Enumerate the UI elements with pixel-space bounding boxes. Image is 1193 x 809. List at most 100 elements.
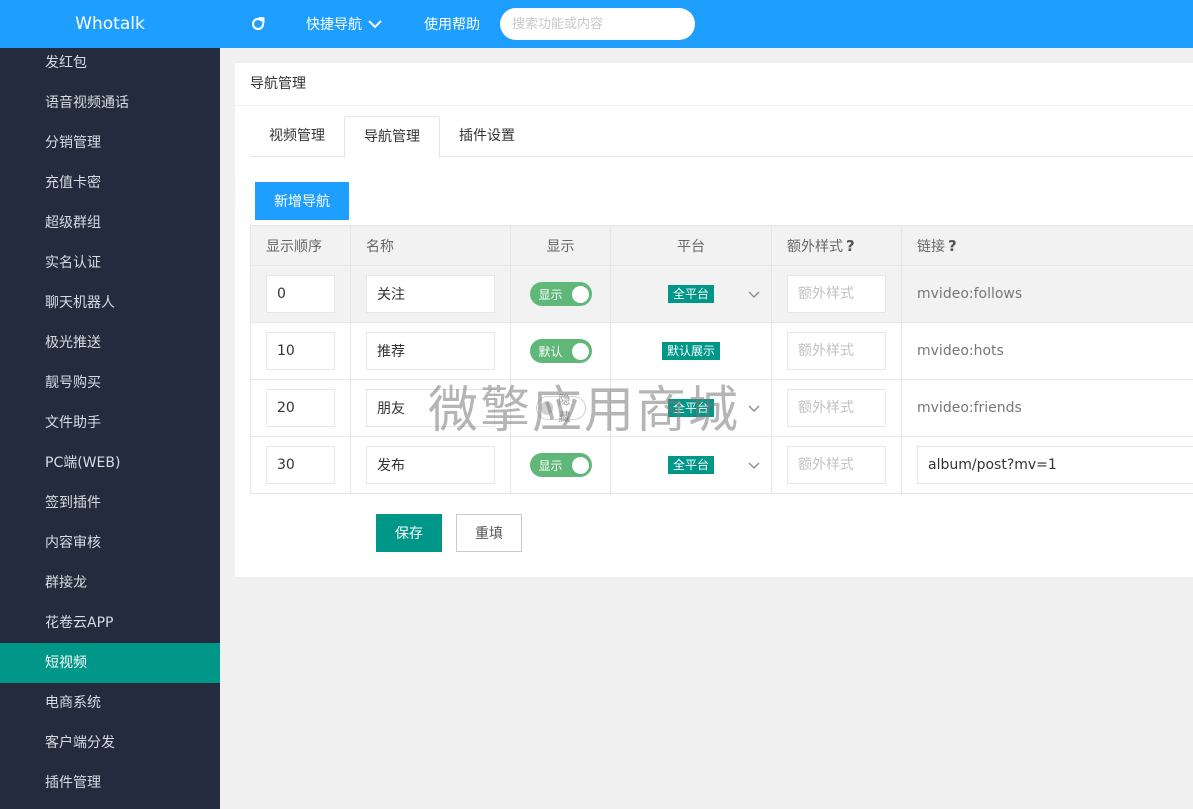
style-input[interactable] (787, 446, 886, 484)
link-cell: mvideo:hots (901, 322, 1193, 380)
tab[interactable]: 插件设置 (440, 116, 534, 157)
card-title: 导航管理 (235, 63, 1193, 106)
platform-cell[interactable]: 全平台 (610, 265, 772, 323)
style-input[interactable] (787, 332, 886, 370)
sidebar-item[interactable]: 实名认证 (0, 243, 220, 283)
table-row: 显示 全平台 (250, 436, 1193, 494)
sidebar-item[interactable]: PC端(WEB) (0, 443, 220, 483)
link-text: mvideo:hots (917, 343, 1004, 359)
sidebar-item[interactable]: 语音视频通话 (0, 83, 220, 123)
sidebar-item[interactable]: 群接龙 (0, 563, 220, 603)
name-input[interactable] (366, 275, 495, 313)
sidebar-item[interactable]: 分销管理 (0, 123, 220, 163)
nav-table: 显示顺序 名称 显示 平台 额外样式? 链接? 显示全平台mvideo:foll… (250, 225, 1193, 494)
app-title[interactable]: Whotalk (0, 0, 220, 48)
tab[interactable]: 视频管理 (250, 116, 344, 157)
chevron-down-icon[interactable] (747, 458, 761, 472)
platform-cell[interactable]: 全平台 (610, 436, 772, 494)
toggle-knob (571, 456, 589, 474)
toggle-label: 显示 (538, 287, 563, 302)
link-text: mvideo:follows (917, 286, 1023, 302)
style-cell (771, 436, 902, 494)
platform-select: 默认展示 (611, 323, 771, 379)
show-toggle[interactable]: 隐藏 (535, 393, 586, 424)
top-bar: 快捷导航 使用帮助 (220, 0, 1193, 48)
table-row: 显示 全平台 mvideo:follows (250, 265, 1193, 323)
sidebar-item[interactable]: 聊天机器人 (0, 283, 220, 323)
sidebar-item[interactable]: 花卷云APP (0, 603, 220, 643)
platform-badge: 全平台 (667, 399, 714, 417)
header-show: 显示 (510, 225, 611, 266)
sidebar-item[interactable]: 靓号购买 (0, 363, 220, 403)
help-question-icon[interactable]: ? (948, 237, 957, 255)
show-cell: 显示 (510, 265, 611, 323)
header-link: 链接? (901, 225, 1193, 266)
name-input[interactable] (366, 332, 495, 370)
name-cell (350, 265, 511, 323)
platform-badge: 默认展示 (661, 342, 720, 360)
help-link[interactable]: 使用帮助 (424, 14, 480, 34)
chevron-down-icon (368, 20, 382, 29)
save-button[interactable]: 保存 (376, 514, 442, 552)
show-toggle[interactable]: 显示 (529, 282, 592, 306)
table-header-row: 显示顺序 名称 显示 平台 额外样式? 链接? (250, 225, 1193, 266)
quick-nav-dropdown[interactable]: 快捷导航 (306, 14, 382, 34)
refresh-button[interactable] (220, 0, 296, 48)
order-input[interactable] (266, 332, 335, 370)
tab[interactable]: 导航管理 (344, 116, 440, 158)
name-input[interactable] (366, 389, 495, 427)
order-input[interactable] (266, 389, 335, 427)
toggle-label: 隐藏 (558, 393, 571, 424)
tab-bar: 视频管理 导航管理 插件设置 (250, 116, 1193, 158)
header-order: 显示顺序 (250, 225, 351, 266)
style-input[interactable] (787, 389, 886, 427)
platform-select[interactable]: 全平台 (611, 266, 771, 322)
toggle-label: 显示 (538, 458, 563, 473)
show-toggle[interactable]: 默认 (529, 339, 592, 363)
link-cell: mvideo:follows (901, 265, 1193, 323)
chevron-down-icon[interactable] (747, 287, 761, 301)
nav-management-card: 导航管理 视频管理 导航管理 插件设置 新增导航 显示顺序 名称 显示 平台 额外样… (235, 63, 1193, 577)
reset-button[interactable]: 重填 (456, 514, 522, 552)
sidebar-item[interactable]: 短视频 (0, 643, 220, 683)
show-toggle[interactable]: 显示 (529, 453, 592, 477)
name-input[interactable] (366, 446, 495, 484)
sidebar: Whotalk 发红包 语音视频通话 分销管理 充值卡密 超级群组 实名认证 聊天机器人 极光… (0, 0, 220, 809)
link-cell (901, 436, 1193, 494)
sidebar-item[interactable]: 发红包 (0, 43, 220, 83)
sidebar-menu: 发红包 语音视频通话 分销管理 充值卡密 超级群组 实名认证 聊天机器人 极光推送 靓号购买 文件… (0, 43, 220, 803)
order-input[interactable] (266, 446, 335, 484)
style-cell (771, 379, 902, 437)
sidebar-item[interactable]: 极光推送 (0, 323, 220, 363)
sidebar-item[interactable]: 文件助手 (0, 403, 220, 443)
style-input[interactable] (787, 275, 886, 313)
order-input[interactable] (266, 275, 335, 313)
table-row: 隐藏 全平台 mvideo:friends (250, 379, 1193, 437)
sidebar-item[interactable]: 电商系统 (0, 683, 220, 723)
chevron-down-icon[interactable] (747, 401, 761, 415)
header-style: 额外样式? (771, 225, 902, 266)
show-cell: 默认 (510, 322, 611, 380)
order-cell (250, 265, 351, 323)
link-input[interactable] (917, 446, 1193, 484)
sidebar-item[interactable]: 充值卡密 (0, 163, 220, 203)
add-nav-button[interactable]: 新增导航 (255, 182, 349, 220)
search-input[interactable] (500, 8, 695, 40)
platform-select[interactable]: 全平台 (611, 437, 771, 493)
show-cell: 隐藏 (510, 379, 611, 437)
link-text: mvideo:friends (917, 400, 1022, 416)
sidebar-item[interactable]: 超级群组 (0, 203, 220, 243)
sidebar-item[interactable]: 插件管理 (0, 763, 220, 803)
help-question-icon[interactable]: ? (846, 237, 855, 255)
platform-cell[interactable]: 全平台 (610, 379, 772, 437)
toggle-knob (540, 401, 554, 415)
sidebar-item[interactable]: 内容审核 (0, 523, 220, 563)
table-row: 默认 默认展示 mvideo:hots (250, 322, 1193, 380)
platform-select[interactable]: 全平台 (611, 380, 771, 436)
sidebar-item[interactable]: 客户端分发 (0, 723, 220, 763)
sidebar-item[interactable]: 签到插件 (0, 483, 220, 523)
toggle-label: 默认 (538, 344, 563, 359)
header-platform: 平台 (610, 225, 772, 266)
name-cell (350, 322, 511, 380)
header-style-label: 额外样式 (787, 238, 843, 255)
